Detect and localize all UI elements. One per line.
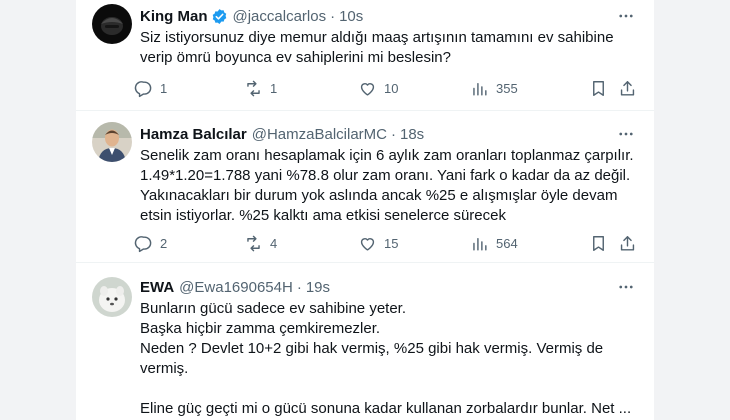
tweet-line: verip ömrü boyunca ev sahiplerini mi bes… — [140, 49, 451, 66]
reply-icon — [134, 235, 152, 252]
like-button[interactable]: 15 — [358, 231, 398, 255]
separator-dot: · — [330, 7, 336, 25]
reply-count: 2 — [160, 235, 168, 251]
user-handle[interactable]: @HamzaBalcilarMC — [252, 126, 387, 143]
analytics-icon — [473, 237, 487, 251]
tweet-line: Yakınacakları bir durum yok aslında anca… — [140, 187, 618, 204]
like-count: 10 — [384, 80, 399, 96]
avatar[interactable] — [92, 277, 132, 317]
display-name[interactable]: King Man — [140, 8, 208, 25]
like-count: 15 — [384, 235, 399, 251]
more-options-icon[interactable] — [614, 122, 638, 146]
screenshot-frame: King Man @jaccalcarlos · 10s Siz istiyor… — [0, 0, 730, 420]
reply-icon — [134, 80, 152, 97]
share-icon — [620, 80, 635, 96]
verified-badge-icon — [211, 8, 228, 25]
tweet-text: Senelik zam oranı hesaplamak için 6 aylı… — [140, 146, 636, 226]
user-handle[interactable]: @Ewa1690654H — [179, 279, 293, 296]
user-handle[interactable]: @jaccalcarlos — [233, 8, 327, 25]
share-button[interactable] — [618, 76, 637, 100]
timestamp[interactable]: 10s — [339, 8, 363, 25]
tweet-line: vermiş. — [140, 360, 189, 377]
tweet-text: Siz istiyorsunuz diye memur aldığı maaş … — [140, 28, 636, 68]
timestamp[interactable]: 19s — [306, 279, 330, 296]
heart-icon — [360, 237, 375, 251]
display-name[interactable]: EWA — [140, 279, 174, 296]
bookmark-button[interactable] — [589, 76, 608, 100]
tweet-line: Neden ? Devlet 10+2 gibi hak vermiş, %25… — [140, 340, 604, 357]
tweet-line — [140, 379, 636, 399]
reply-count: 1 — [160, 80, 168, 96]
tweet-line: Başka hiçbir zamma çemkiremezler. — [140, 320, 381, 337]
tweet-feed: King Man @jaccalcarlos · 10s Siz istiyor… — [76, 0, 654, 420]
view-count: 355 — [496, 80, 518, 96]
retweet-count: 4 — [270, 235, 278, 251]
timestamp[interactable]: 18s — [400, 126, 424, 143]
like-button[interactable]: 10 — [358, 76, 398, 100]
tweet-line: etsin istiyorlar. %25 kalktı ama etkisi … — [140, 207, 506, 224]
reply-button[interactable]: 2 — [134, 231, 167, 255]
avatar[interactable] — [92, 122, 132, 162]
retweet-icon — [247, 235, 260, 251]
tweet-line: Siz istiyorsunuz diye memur aldığı maaş … — [140, 29, 614, 46]
retweet-button[interactable]: 4 — [244, 231, 277, 255]
display-name[interactable]: Hamza Balcılar — [140, 126, 247, 143]
bookmark-icon — [593, 235, 604, 251]
share-button[interactable] — [618, 231, 637, 255]
tweet-line: 1.49*1.20=1.788 yani %78.8 olur zam oran… — [140, 167, 631, 184]
tweet-header: EWA @Ewa1690654H · 19s — [140, 277, 638, 297]
tweet-line: Bunların gücü sadece ev sahibine yeter. — [140, 300, 407, 317]
share-icon — [620, 235, 635, 251]
view-count: 564 — [496, 235, 518, 251]
more-options-icon[interactable] — [614, 275, 638, 299]
retweet-button[interactable]: 1 — [244, 76, 277, 100]
tweet-actions: 2 4 15 564 — [134, 231, 640, 255]
views-button[interactable]: 564 — [470, 231, 518, 255]
bookmark-button[interactable] — [589, 231, 608, 255]
tweet-actions: 1 1 10 355 — [134, 76, 640, 100]
tweet-king-man[interactable]: King Man @jaccalcarlos · 10s Siz istiyor… — [76, 0, 654, 111]
left-margin — [0, 0, 76, 420]
heart-icon — [360, 82, 375, 96]
tweet-line: Senelik zam oranı hesaplamak için 6 aylı… — [140, 147, 634, 164]
bookmark-icon — [593, 80, 604, 96]
retweet-icon — [247, 80, 260, 96]
reply-button[interactable]: 1 — [134, 76, 167, 100]
separator-dot: · — [390, 125, 396, 143]
avatar[interactable] — [92, 4, 132, 44]
tweet-line: Eline güç geçti mi o gücü sonuna kadar k… — [140, 400, 632, 417]
separator-dot: · — [296, 278, 302, 296]
tweet-header: King Man @jaccalcarlos · 10s — [140, 6, 638, 26]
analytics-icon — [473, 82, 487, 96]
tweet-text: Bunların gücü sadece ev sahibine yeter. … — [140, 299, 636, 419]
tweet-header: Hamza Balcılar @HamzaBalcilarMC · 18s — [140, 124, 638, 144]
more-options-icon[interactable] — [614, 4, 638, 28]
retweet-count: 1 — [270, 80, 278, 96]
tweet-ewa[interactable]: EWA @Ewa1690654H · 19s Bunların gücü sad… — [76, 263, 654, 420]
tweet-hamza-balcilar[interactable]: Hamza Balcılar @HamzaBalcilarMC · 18s Se… — [76, 110, 654, 263]
views-button[interactable]: 355 — [470, 76, 518, 100]
right-margin — [654, 0, 730, 420]
